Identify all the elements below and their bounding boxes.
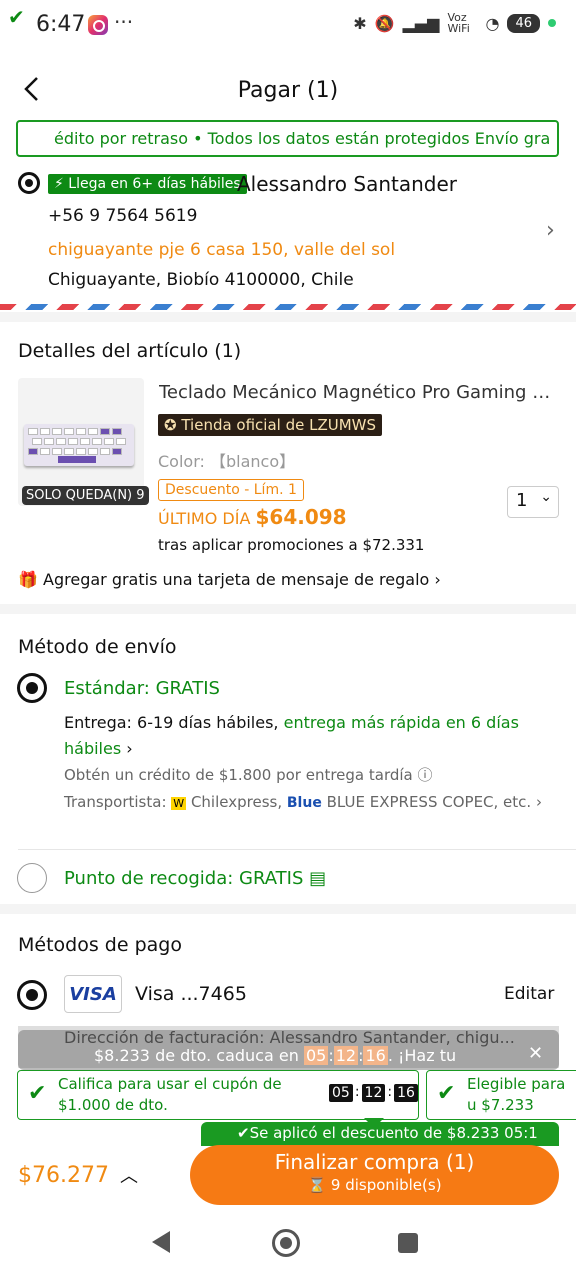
address-phone[interactable]: +56 9 7564 5619	[48, 206, 197, 226]
coupon-toast-text: $8.233 de dto. caduca en 05:12:16. ¡Haz …	[94, 1046, 457, 1065]
coupon-text: Elegible para u $7.233 adicio	[467, 1075, 566, 1118]
checkout-button[interactable]: Finalizar compra (1) ⌛ 9 disponible(s)	[190, 1145, 559, 1205]
delivery-estimate[interactable]: Entrega: 6-19 días hábiles, entrega más …	[64, 710, 554, 762]
gift-icon: 🎁	[18, 570, 38, 589]
blue-express-logo-icon: Blue	[286, 795, 322, 811]
more-notifications-icon: ···	[114, 10, 134, 34]
order-total[interactable]: $76.277	[18, 1163, 109, 1188]
close-icon[interactable]: ✕	[528, 1043, 543, 1064]
address-line1[interactable]: chiguayante pje 6 casa 150, valle del so…	[48, 240, 395, 260]
arrival-badge: ⚡ Llega en 6+ días hábiles	[48, 174, 247, 194]
promo-price: tras aplicar promociones a $72.331	[158, 536, 425, 554]
chevron-right-icon: ›	[126, 739, 133, 758]
stock-badge: SOLO QUEDA(N) 9	[22, 486, 149, 505]
trust-banner-text: édito por retraso • Todos los datos está…	[54, 129, 551, 148]
trust-banner: édito por retraso • Todos los datos está…	[16, 120, 559, 157]
standard-shipping-label[interactable]: Estándar: GRATIS	[64, 678, 220, 699]
discount-tag: Descuento - Lím. 1	[158, 479, 304, 501]
status-time: 6:47	[36, 12, 86, 37]
chevron-right-icon: ›	[535, 793, 542, 811]
price-line: ÚLTIMO DÍA $64.098	[158, 505, 347, 529]
divider	[18, 849, 576, 850]
checkout-label: Finalizar compra (1)	[274, 1150, 475, 1174]
edit-payment-link[interactable]: Editar	[504, 984, 554, 1004]
last-day-label: ÚLTIMO DÍA	[158, 509, 251, 528]
quantity-select[interactable]: 1 ⌄	[507, 486, 559, 518]
instagram-icon	[88, 15, 108, 35]
card-label[interactable]: Visa ...7465	[135, 983, 247, 1005]
payment-title: Métodos de pago	[18, 934, 182, 956]
section-divider	[0, 312, 576, 322]
info-icon[interactable]: ⓘ	[418, 766, 433, 784]
gift-card-link[interactable]: 🎁 Agregar gratis una tarjeta de mensaje …	[18, 570, 441, 589]
status-bar: 6:47 ··· ✱ 🔕 ▂▄▆ Voz WiFi ◔ 46	[0, 0, 576, 52]
chilexpress-logo-icon: W	[171, 797, 187, 810]
airmail-divider	[0, 304, 576, 310]
nav-back-icon[interactable]	[152, 1231, 170, 1253]
chevron-up-icon[interactable]: ︿	[120, 1162, 138, 1188]
item-details-title: Detalles del artículo (1)	[18, 340, 242, 362]
visa-logo-icon: VISA	[64, 975, 122, 1013]
check-icon: ✔	[28, 1081, 47, 1106]
pickup-label[interactable]: Punto de recogida: GRATIS ▤	[64, 868, 326, 889]
chevron-down-icon: ⌄	[540, 489, 552, 505]
chevron-right-icon: ›	[434, 570, 441, 589]
late-credit: Obtén un crédito de $1.800 por entrega t…	[64, 766, 433, 784]
bluetooth-icon: ✱	[353, 13, 367, 33]
carrier-info[interactable]: Transportista: W Chilexpress, Blue BLUE …	[64, 790, 554, 816]
section-divider	[0, 604, 576, 614]
section-divider	[0, 904, 576, 914]
check-icon: ✔	[437, 1081, 456, 1106]
address-line2[interactable]: Chiguayante, Biobío 4100000, Chile	[48, 270, 354, 290]
location-pin-icon	[18, 172, 40, 194]
address-name[interactable]: Alessandro Santander	[237, 172, 457, 196]
store-badge[interactable]: ✪ Tienda oficial de LZUMWS	[158, 414, 383, 436]
privacy-dot-icon	[548, 19, 556, 27]
coupon-timer: 05:12:16	[329, 1084, 418, 1102]
coupon-text: Califica para usar el cupón de $1.000 de…	[58, 1075, 282, 1114]
hourglass-icon: ⌛	[307, 1176, 327, 1194]
product-name[interactable]: Teclado Mecánico Magnético Pro Gaming M6…	[159, 382, 564, 403]
nav-recent-icon[interactable]	[398, 1233, 418, 1253]
page-title: Pagar (1)	[237, 78, 339, 103]
status-icons: ✱ 🔕 ▂▄▆ Voz WiFi ◔ 46	[353, 12, 556, 34]
wifi-icon: ◔	[485, 13, 500, 33]
nav-home-icon[interactable]	[272, 1229, 300, 1257]
visa-radio[interactable]	[17, 980, 47, 1010]
store-icon: ▤	[309, 868, 327, 889]
product-variant[interactable]: Color: 【blanco】	[158, 448, 295, 472]
pickup-radio[interactable]	[17, 863, 47, 893]
chevron-right-icon[interactable]: ›	[546, 218, 555, 243]
signal-icon: ▂▄▆	[402, 13, 440, 33]
mute-icon: 🔕	[374, 13, 395, 33]
discount-ribbon: ✔Se aplicó el descuento de $8.233 05:1	[201, 1122, 559, 1146]
keyboard-illustration	[24, 424, 134, 466]
check-icon: ✔	[8, 5, 25, 29]
checkout-sub: ⌛ 9 disponible(s)	[307, 1176, 442, 1194]
check-icon: ✔	[237, 1124, 250, 1142]
wifi-label: Voz WiFi	[447, 11, 470, 35]
battery-icon: 46	[507, 13, 540, 33]
standard-shipping-radio[interactable]	[17, 673, 47, 703]
coupon-card[interactable]: ✔ Elegible para u $7.233 adicio	[426, 1070, 576, 1120]
product-price: $64.098	[255, 505, 347, 529]
shipping-title: Método de envío	[18, 636, 177, 658]
